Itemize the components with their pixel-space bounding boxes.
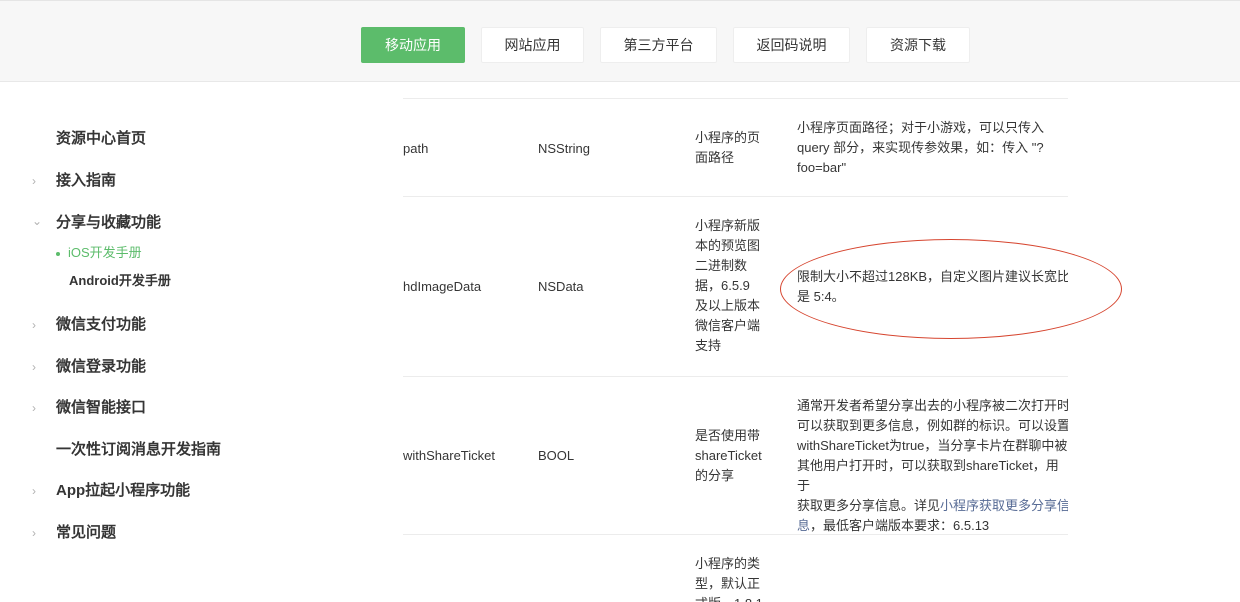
text-line: 限制大小不超过128KB，自定义图片建议长宽比 — [797, 269, 1068, 284]
sidebar-item-share-favorite[interactable]: 分享与收藏功能 — [56, 213, 161, 233]
chevron-right-icon: › — [32, 318, 36, 332]
parameter-table: path NSString 小程序的页 面路径 小程序页面路径；对于小游戏，可以… — [403, 82, 1068, 602]
nav-tab-website-app[interactable]: 网站应用 — [481, 27, 584, 63]
text-line: 据，6.5.9 — [695, 278, 750, 293]
text-line: withShareTicket为true，当分享卡片在群聊中被 — [797, 438, 1068, 453]
param-type: NSData — [538, 279, 584, 294]
nav-tab-mobile-app[interactable]: 移动应用 — [361, 27, 465, 63]
text-line: query 部分，来实现传参效果，如：传入 "? — [797, 140, 1044, 155]
sidebar-item-smart-interface[interactable]: 微信智能接口 — [56, 398, 146, 418]
sidebar: 资源中心首页 › 接入指南 ⌄ 分享与收藏功能 iOS开发手册 Android开… — [0, 82, 315, 602]
text-span: 获取更多分享信息。详见 — [797, 498, 941, 513]
chevron-right-icon: › — [32, 484, 36, 498]
row-divider — [403, 376, 1068, 377]
param-meaning: 小程序新版 本的预览图 二进制数 据，6.5.9 及以上版本 微信客户端 支持 — [695, 216, 765, 356]
active-dot-icon — [56, 251, 60, 256]
text-line: 二进制数 — [695, 258, 748, 273]
text-line: 的分享 — [695, 468, 735, 483]
sidebar-item-wechat-login[interactable]: 微信登录功能 — [56, 357, 146, 377]
text-line: 支持 — [695, 338, 722, 353]
text-line: 小程序页面路径；对于小游戏，可以只传入 — [797, 120, 1045, 135]
param-description: 小程序页面路径；对于小游戏，可以只传入 query 部分，来实现传参效果，如：传… — [797, 118, 1068, 178]
chevron-right-icon: › — [32, 401, 36, 415]
param-type: BOOL — [538, 448, 575, 463]
text-line: 获取更多分享信息。详见小程序获取更多分享信 — [797, 496, 1068, 516]
row-divider — [403, 196, 1068, 197]
text-line: 微信客户端 — [695, 318, 761, 333]
text-line: 可以获取到更多信息，例如群的标识。可以设置 — [797, 418, 1068, 433]
sidebar-subitem-label: iOS开发手册 — [68, 245, 142, 260]
text-line: 是 5:4。 — [797, 289, 845, 304]
param-description: 通常开发者希望分享出去的小程序被二次打开时 可以获取到更多信息，例如群的标识。可… — [797, 396, 1068, 536]
chevron-right-icon: › — [32, 526, 36, 540]
text-line: foo=bar" — [797, 160, 847, 175]
sidebar-subitem-android-manual[interactable]: Android开发手册 — [69, 272, 171, 290]
text-line: 本的预览图 — [695, 238, 761, 253]
text-line: 息，最低客户端版本要求：6.5.13 — [797, 516, 1068, 536]
param-meaning: 小程序的页 面路径 — [695, 128, 765, 168]
text-span: ，最低客户端版本要求：6.5.13 — [810, 518, 990, 533]
nav-tab-resource-download[interactable]: 资源下载 — [866, 27, 970, 63]
text-line: 是否使用带 — [695, 428, 761, 443]
text-line: 通常开发者希望分享出去的小程序被二次打开时 — [797, 398, 1068, 413]
param-name: hdImageData — [403, 279, 482, 294]
param-meaning: 是否使用带 shareTicket 的分享 — [695, 426, 765, 486]
chevron-right-icon: › — [32, 360, 36, 374]
sidebar-item-app-launch-miniprogram[interactable]: App拉起小程序功能 — [56, 481, 190, 501]
more-share-info-link-cont[interactable]: 息 — [797, 518, 810, 533]
sidebar-item-access-guide[interactable]: 接入指南 — [56, 171, 116, 191]
param-meaning: 小程序的类 型，默认正 式版，1.8.1 — [695, 554, 765, 602]
sidebar-item-faq[interactable]: 常见问题 — [56, 523, 116, 543]
text-line: 式版，1.8.1 — [695, 594, 765, 602]
nav-tab-return-codes[interactable]: 返回码说明 — [733, 27, 850, 63]
param-type: NSString — [538, 141, 591, 156]
text-line: 及以上版本 — [695, 298, 761, 313]
param-name: path — [403, 141, 429, 156]
sidebar-item-wechat-pay[interactable]: 微信支付功能 — [56, 315, 146, 335]
chevron-down-icon: ⌄ — [32, 214, 43, 228]
sidebar-subitem-ios-manual[interactable]: iOS开发手册 — [56, 244, 142, 262]
sidebar-item-subscribe-message[interactable]: 一次性订阅消息开发指南 — [56, 440, 221, 460]
text-line: 其他用户打开时，可以获取到shareTicket，用于 — [797, 458, 1059, 493]
nav-tab-third-party-platform[interactable]: 第三方平台 — [600, 27, 717, 63]
text-line: 小程序的类 — [695, 556, 761, 571]
row-divider — [403, 98, 1068, 99]
more-share-info-link[interactable]: 小程序获取更多分享信 — [940, 498, 1068, 513]
param-description: 限制大小不超过128KB，自定义图片建议长宽比 是 5:4。 — [797, 267, 1068, 307]
text-line: shareTicket — [695, 448, 762, 463]
sidebar-item-resource-home[interactable]: 资源中心首页 — [56, 129, 146, 149]
text-line: 小程序新版 — [695, 218, 761, 233]
param-name: withShareTicket — [403, 448, 495, 463]
text-line: 型，默认正 — [695, 576, 761, 591]
top-nav-bar: 移动应用 网站应用 第三方平台 返回码说明 资源下载 — [0, 0, 1240, 82]
chevron-right-icon: › — [32, 174, 36, 188]
row-divider — [403, 534, 1068, 535]
text-line: 面路径 — [695, 150, 735, 165]
text-line: 小程序的页 — [695, 130, 761, 145]
